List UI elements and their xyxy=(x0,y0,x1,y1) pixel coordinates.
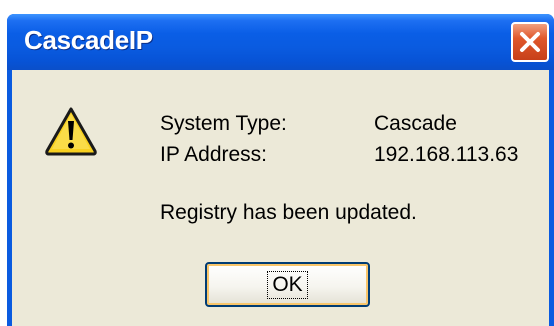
warning-icon xyxy=(45,107,97,156)
ok-button-label: OK xyxy=(267,270,308,299)
status-message: Registry has been updated. xyxy=(160,201,417,224)
ip-address-label: IP Address: xyxy=(160,143,268,166)
dialog-body: System Type: Cascade IP Address: 192.168… xyxy=(12,70,549,326)
close-button[interactable] xyxy=(511,22,549,62)
window-title: CascadeIP xyxy=(24,25,153,55)
ip-address-value: 192.168.113.63 xyxy=(374,143,519,166)
message-dialog: CascadeIP System Type: Cascade IP Addres… xyxy=(7,14,554,326)
system-type-label: System Type: xyxy=(160,112,287,135)
system-type-value: Cascade xyxy=(374,112,457,135)
title-bar[interactable]: CascadeIP xyxy=(7,14,554,70)
ok-button[interactable]: OK xyxy=(205,262,370,307)
close-icon xyxy=(520,32,540,52)
